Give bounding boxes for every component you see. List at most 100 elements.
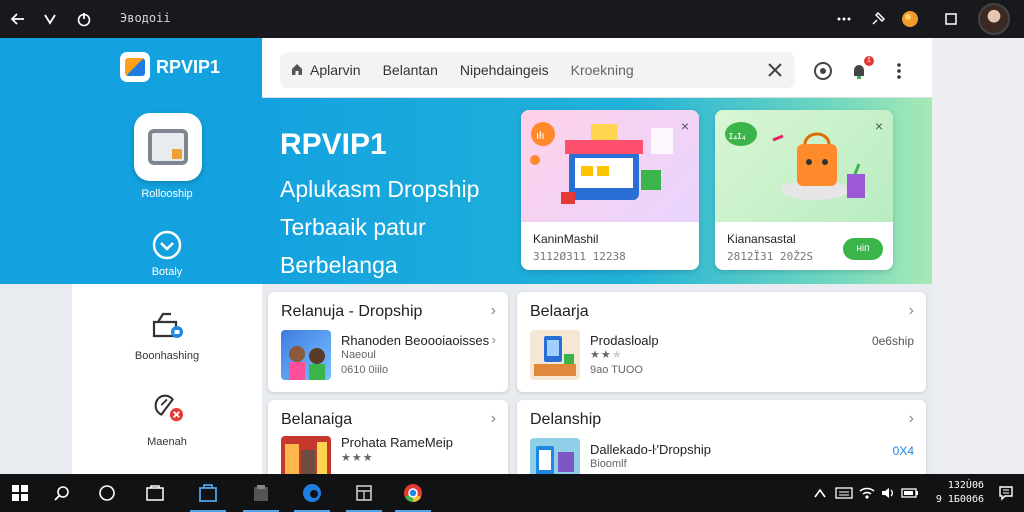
close-icon[interactable]: ×: [681, 118, 689, 134]
category-card[interactable]: Belaarja › Prodasloalp ★★★ 9ao TUOO 0e6s…: [517, 292, 926, 392]
search-input[interactable]: Aplarvin Belantan Nipehdaingeis Kroeknin…: [280, 52, 795, 88]
clock-date: 9 1Б00б6: [935, 494, 984, 505]
item-name[interactable]: Dallekado-ŀ'Dropship: [590, 442, 711, 457]
chevron-right-icon[interactable]: ›: [491, 302, 496, 320]
back-arrow-icon[interactable]: [8, 9, 28, 29]
store-app-icon[interactable]: [190, 481, 226, 512]
edge-browser-icon[interactable]: [294, 481, 330, 512]
profile-blob-icon[interactable]: [900, 9, 920, 29]
item-price: 0e6ship: [871, 334, 914, 348]
app-logo[interactable]: RPVIP1: [120, 52, 220, 82]
promo-card[interactable]: ıłı × KaninMashil 3112Ø311 12238: [521, 110, 699, 270]
close-icon[interactable]: [765, 60, 785, 80]
sidebar-item-label: Rollooship: [141, 188, 193, 200]
kebab-menu-icon[interactable]: [888, 60, 910, 82]
search-segment[interactable]: Nipehdaingeis: [460, 62, 549, 78]
search-segment[interactable]: Aplarvin: [310, 62, 361, 78]
hero-banner: RPVIP1 Aplukasm Dropship Terbaaik patur …: [262, 98, 932, 284]
logo-text: RPVIP1: [156, 56, 221, 77]
category-card[interactable]: Relanuja - Dropship › Rhanoden Beoooiaoi…: [268, 292, 508, 392]
settings-circle-icon[interactable]: [812, 60, 834, 82]
promo-title: KaninMashil: [533, 232, 599, 246]
card-title: Belanaiga: [281, 411, 353, 428]
chat-icon[interactable]: [95, 481, 119, 505]
hero-subtitle: Aplukasm Dropship Terbaaik patur Berbela…: [280, 170, 520, 284]
promo-badge-text: ɪ₄ɪ₄: [729, 130, 746, 142]
chrome-browser-icon[interactable]: [395, 481, 431, 512]
hero-title: RPVIP1: [280, 128, 387, 161]
item-name[interactable]: Rhanoden Beoooiaoisses: [341, 333, 489, 348]
extensions-icon[interactable]: [868, 9, 888, 29]
item-subtitle: Bioomlf: [590, 458, 627, 470]
notification-center-icon[interactable]: [994, 481, 1018, 505]
sidebar: RPVIP1 Rollooship Botaly Boonhashing Mae…: [72, 38, 262, 474]
task-view-icon[interactable]: [143, 481, 167, 505]
promo-image: ɪ₄ɪ₄ ×: [715, 110, 893, 222]
product-thumbnail[interactable]: [281, 330, 331, 380]
logo-icon: [120, 52, 150, 82]
windows-start-icon[interactable]: [8, 481, 32, 505]
category-card[interactable]: Delanship › Dallekado-ŀ'Dropship Bioomlf…: [517, 400, 926, 480]
search-segment[interactable]: Kroekning: [571, 62, 634, 78]
search-icon[interactable]: [50, 481, 74, 505]
page-banner-left: [0, 38, 72, 284]
keyboard-icon[interactable]: [832, 481, 856, 505]
bag-icon[interactable]: [150, 308, 184, 342]
item-meta: 9ao TUOO: [590, 364, 643, 376]
notification-badge: 1: [864, 56, 874, 66]
store-card-icon: [148, 129, 188, 165]
file-app-icon[interactable]: [243, 481, 279, 512]
dropdown-chevron-icon[interactable]: [40, 9, 60, 29]
app-header: Aplarvin Belantan Nipehdaingeis Kroeknin…: [262, 38, 932, 98]
star-rating: ★★★: [341, 452, 374, 464]
item-name[interactable]: Prohata RameMeip: [341, 435, 453, 450]
promo-meta: 2812ȈЗ1 20Ž2S: [727, 250, 814, 263]
card-title: Relanuja - Dropship: [281, 303, 423, 320]
check-chevron-icon[interactable]: [150, 228, 184, 262]
promo-card[interactable]: ɪ₄ɪ₄ × Kianansastal 2812ȈЗ1 20Ž2S ніп: [715, 110, 893, 270]
system-clock[interactable]: 1З2Ú0б 9 1Б00б6: [936, 479, 984, 507]
item-subtitle: Naeoul: [341, 349, 376, 361]
wallet-icon[interactable]: [150, 390, 184, 424]
item-meta: 0610 0iilo: [341, 364, 389, 376]
sidebar-item-label: Botaly: [151, 266, 183, 278]
more-icon[interactable]: [834, 9, 854, 29]
star-rating: ★★★: [590, 349, 623, 361]
battery-icon[interactable]: [898, 481, 922, 505]
card-title: Delanship: [530, 411, 602, 428]
notification-icon[interactable]: 1: [848, 56, 874, 82]
promo-image: ıłı ×: [521, 110, 699, 222]
clock-time: 1З2Ú0б: [947, 480, 984, 491]
hero-subtitle-line: Terbaaik patur: [280, 214, 426, 240]
chevron-right-icon[interactable]: ›: [909, 410, 914, 428]
avatar[interactable]: [978, 3, 1010, 35]
chevron-right-icon[interactable]: ›: [491, 410, 496, 428]
page-background-right: [932, 38, 1024, 474]
sidebar-item-rollooship[interactable]: [134, 113, 202, 181]
item-name[interactable]: Prodasloalp: [590, 333, 659, 348]
chevron-right-icon[interactable]: ›: [909, 302, 914, 320]
promo-meta: 3112Ø311 12238: [533, 250, 626, 263]
chevron-up-icon[interactable]: [808, 481, 832, 505]
promo-badge-text: ıłı: [536, 130, 545, 142]
window-app-icon[interactable]: [346, 481, 382, 512]
hero-subtitle-line: Berbelanga: [280, 252, 398, 278]
taskbar: 1З2Ú0б 9 1Б00б6: [0, 474, 1024, 512]
product-thumbnail[interactable]: [530, 330, 580, 380]
item-price: 0X4: [892, 444, 914, 458]
promo-button[interactable]: ніп: [843, 238, 883, 260]
close-icon[interactable]: ×: [875, 118, 883, 134]
window-icon[interactable]: [941, 9, 961, 29]
home-icon[interactable]: [290, 62, 304, 79]
sidebar-item-label: Maenah: [147, 436, 187, 448]
address-bar[interactable]: Эводоіі: [120, 11, 171, 25]
card-title: Belaarja: [530, 303, 589, 320]
speaker-icon[interactable]: [876, 481, 900, 505]
browser-toolbar: Эводоіі: [0, 0, 1024, 38]
chevron-right-icon[interactable]: ›: [492, 332, 496, 347]
power-icon[interactable]: [74, 9, 94, 29]
promo-title: Kianansastal: [727, 232, 796, 246]
search-segment[interactable]: Belantan: [383, 62, 438, 78]
hero-subtitle-line: Aplukasm Dropship: [280, 176, 480, 202]
category-card[interactable]: Belanaiga › Prohata RameMeip ★★★: [268, 400, 508, 480]
